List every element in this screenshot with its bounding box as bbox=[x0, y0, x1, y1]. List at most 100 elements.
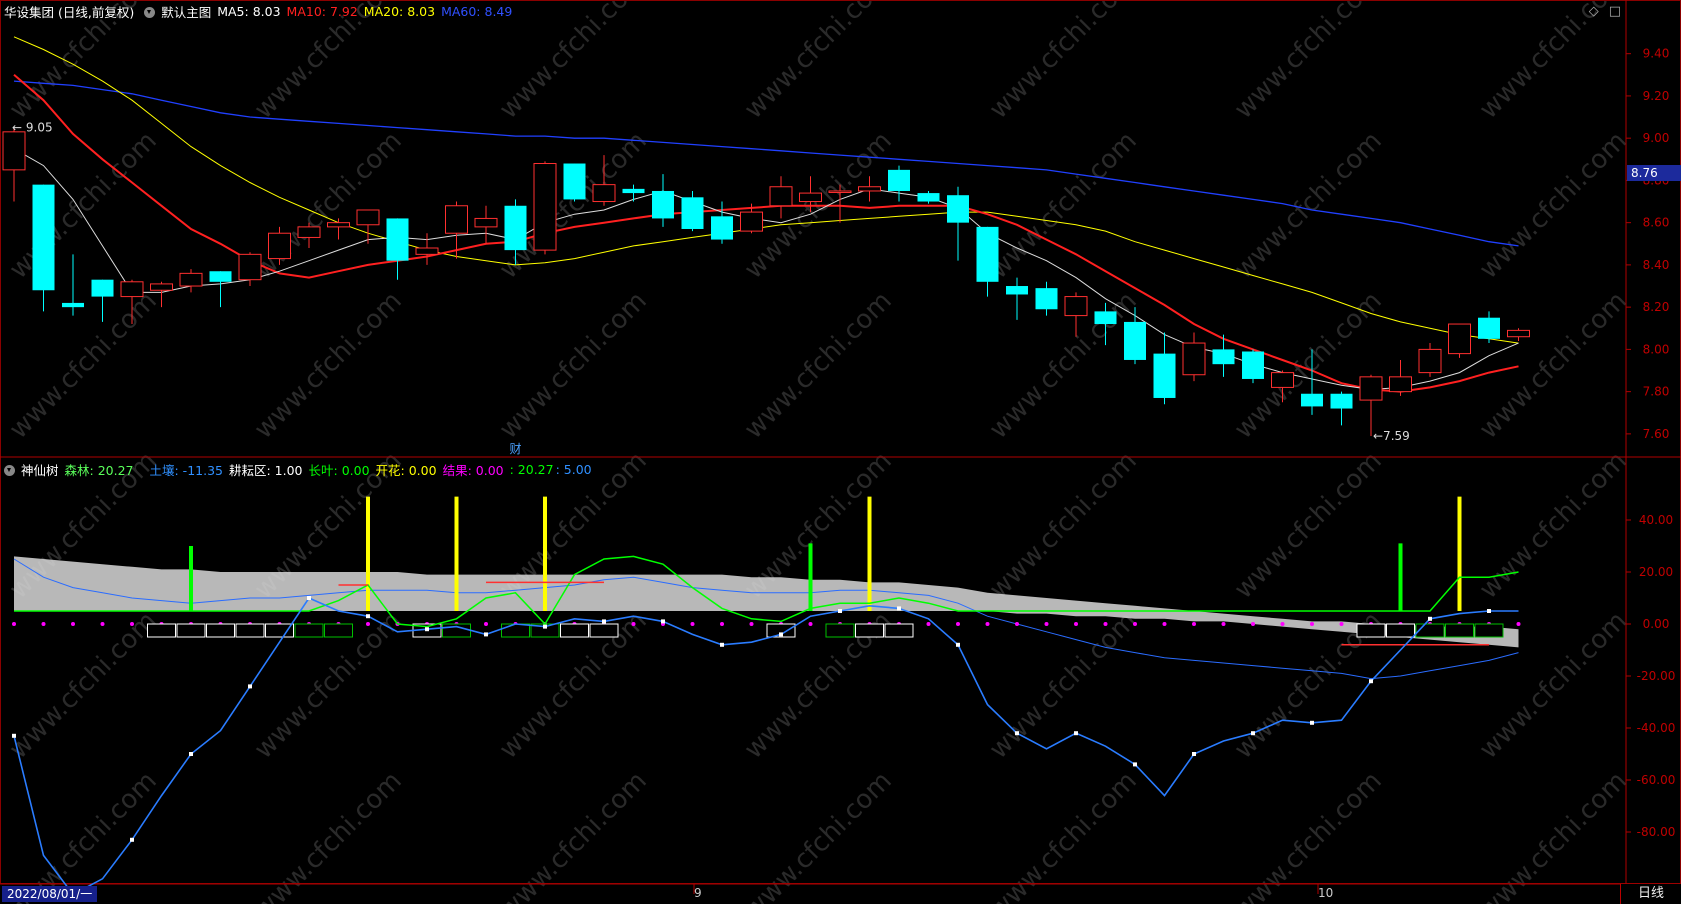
indicator-tick-label: -40.00 bbox=[1637, 721, 1676, 735]
candle-body-down bbox=[652, 190, 674, 219]
candle bbox=[976, 226, 999, 297]
template-dropdown-icon[interactable] bbox=[144, 6, 156, 18]
soil-point bbox=[425, 627, 429, 632]
low-price-label: ←7.59 bbox=[1373, 429, 1410, 443]
indicator-dropdown-icon[interactable] bbox=[4, 464, 15, 476]
soil-point bbox=[779, 632, 783, 637]
outer-border bbox=[0, 0, 1681, 884]
value2-label: : 5.00 bbox=[555, 461, 592, 477]
chart-canvas[interactable]: www.cfchi.com www.cfchi.com www.cfchi.com w… bbox=[0, 0, 1681, 904]
watermark-text: www.cfchi.com bbox=[1229, 446, 1388, 605]
watermark-text: www.cfchi.com bbox=[4, 286, 163, 445]
soil-point bbox=[248, 684, 252, 689]
indicator-tick-label: 40.00 bbox=[1639, 513, 1673, 527]
soil-point bbox=[130, 837, 134, 842]
plow-block bbox=[206, 623, 235, 638]
plow-label: 耕耘区: 1.00 bbox=[228, 462, 303, 478]
plow-block bbox=[501, 623, 530, 638]
candle-body-down bbox=[1212, 349, 1235, 365]
candle bbox=[1418, 343, 1442, 377]
fruit-dot bbox=[100, 622, 105, 626]
candle-body-up bbox=[1359, 376, 1383, 401]
indicator-tick-label: -80.00 bbox=[1637, 825, 1676, 839]
plow-block bbox=[324, 623, 353, 638]
indicator-tick-label: -20.00 bbox=[1637, 669, 1676, 683]
candle bbox=[1006, 277, 1028, 320]
candle-body-down bbox=[386, 218, 409, 261]
watermark-text: www.cfchi.com bbox=[1229, 126, 1388, 285]
watermark-text: www.cfchi.com bbox=[739, 0, 898, 125]
candle-body-down bbox=[1301, 393, 1323, 407]
soil-point bbox=[1428, 616, 1432, 621]
fruit-dot bbox=[484, 622, 488, 626]
soil-point bbox=[307, 596, 311, 600]
watermark-text: www.cfchi.com bbox=[1474, 286, 1633, 445]
indicator-tick-label: -60.00 bbox=[1637, 773, 1676, 787]
soil-point bbox=[1133, 762, 1137, 767]
candle bbox=[681, 190, 704, 232]
candle bbox=[622, 184, 645, 202]
candle bbox=[445, 201, 468, 259]
price-tick-label: 7.60 bbox=[1643, 427, 1670, 441]
candle-body-up bbox=[327, 222, 350, 228]
watermark-text: www.cfchi.com bbox=[1229, 0, 1388, 125]
fruit-dot bbox=[926, 622, 931, 626]
plow-block bbox=[1356, 623, 1386, 638]
soil-point bbox=[189, 752, 193, 756]
fruit-dot bbox=[808, 622, 813, 626]
soil-point bbox=[720, 642, 724, 647]
watermark-text: www.cfchi.com bbox=[1474, 126, 1633, 285]
stock-title[interactable]: 华设集团 (日线,前复权) bbox=[4, 2, 134, 21]
candle bbox=[769, 176, 793, 219]
finance-marker: 财 bbox=[510, 442, 522, 456]
fruit-dot bbox=[1133, 622, 1137, 626]
candle-body-down bbox=[947, 195, 969, 223]
candle-body-up bbox=[179, 272, 203, 287]
soil-label: 土壤: -11.35 bbox=[149, 462, 223, 478]
price-tick-label: 8.00 bbox=[1643, 342, 1670, 356]
soil-point bbox=[838, 609, 842, 613]
candle-body-down bbox=[1242, 351, 1264, 379]
template-label[interactable]: 默认主图 bbox=[161, 2, 211, 21]
bloom-label: 开花: 0.00 bbox=[375, 462, 437, 478]
soil-point bbox=[897, 606, 901, 611]
watermark-text: www.cfchi.com bbox=[249, 286, 408, 445]
plow-block bbox=[855, 623, 884, 638]
ma60-label: MA60: 8.49 bbox=[441, 3, 513, 19]
fruit-dot bbox=[1192, 622, 1196, 626]
candle bbox=[1478, 311, 1500, 344]
plow-block bbox=[147, 623, 176, 638]
candle bbox=[1182, 332, 1206, 382]
candle-body-up bbox=[1507, 329, 1530, 338]
candle bbox=[1359, 374, 1383, 436]
chart-frame bbox=[0, 0, 1681, 894]
annotations: ← 9.05 ←7.59 财 bbox=[12, 121, 1410, 456]
candle-body-down bbox=[62, 302, 84, 308]
fruit-dot bbox=[1074, 622, 1078, 626]
indicator-name[interactable]: 神仙树 bbox=[21, 460, 59, 479]
price-tick-label: 7.80 bbox=[1643, 385, 1670, 399]
soil-point bbox=[543, 624, 547, 629]
plow-block bbox=[560, 623, 589, 638]
candle bbox=[1153, 332, 1176, 405]
plow-block bbox=[1474, 623, 1504, 638]
candle bbox=[91, 279, 114, 322]
fruit-dot bbox=[631, 622, 636, 626]
close-box-icon[interactable]: □ bbox=[1609, 4, 1621, 19]
period-selector[interactable]: 日线 bbox=[1620, 884, 1681, 904]
plow-block bbox=[235, 623, 265, 638]
candle-body-down bbox=[209, 271, 232, 282]
forest-label: 森林: 20.27 bbox=[64, 462, 134, 478]
fruit-dot bbox=[41, 622, 46, 626]
watermark-text: www.cfchi.com bbox=[249, 126, 408, 285]
watermark-text: www.cfchi.com bbox=[4, 126, 163, 285]
watermark-layer: www.cfchi.com www.cfchi.com www.cfchi.com w… bbox=[4, 0, 1633, 904]
plow-block bbox=[1415, 623, 1445, 638]
plow-block bbox=[265, 623, 294, 638]
diamond-icon[interactable]: ◇ bbox=[1589, 4, 1599, 19]
candle-body-up bbox=[740, 211, 763, 232]
candle-body-up bbox=[1418, 348, 1442, 374]
candle-body-up bbox=[415, 247, 439, 255]
candle bbox=[1035, 281, 1058, 316]
plow-block bbox=[884, 623, 914, 638]
